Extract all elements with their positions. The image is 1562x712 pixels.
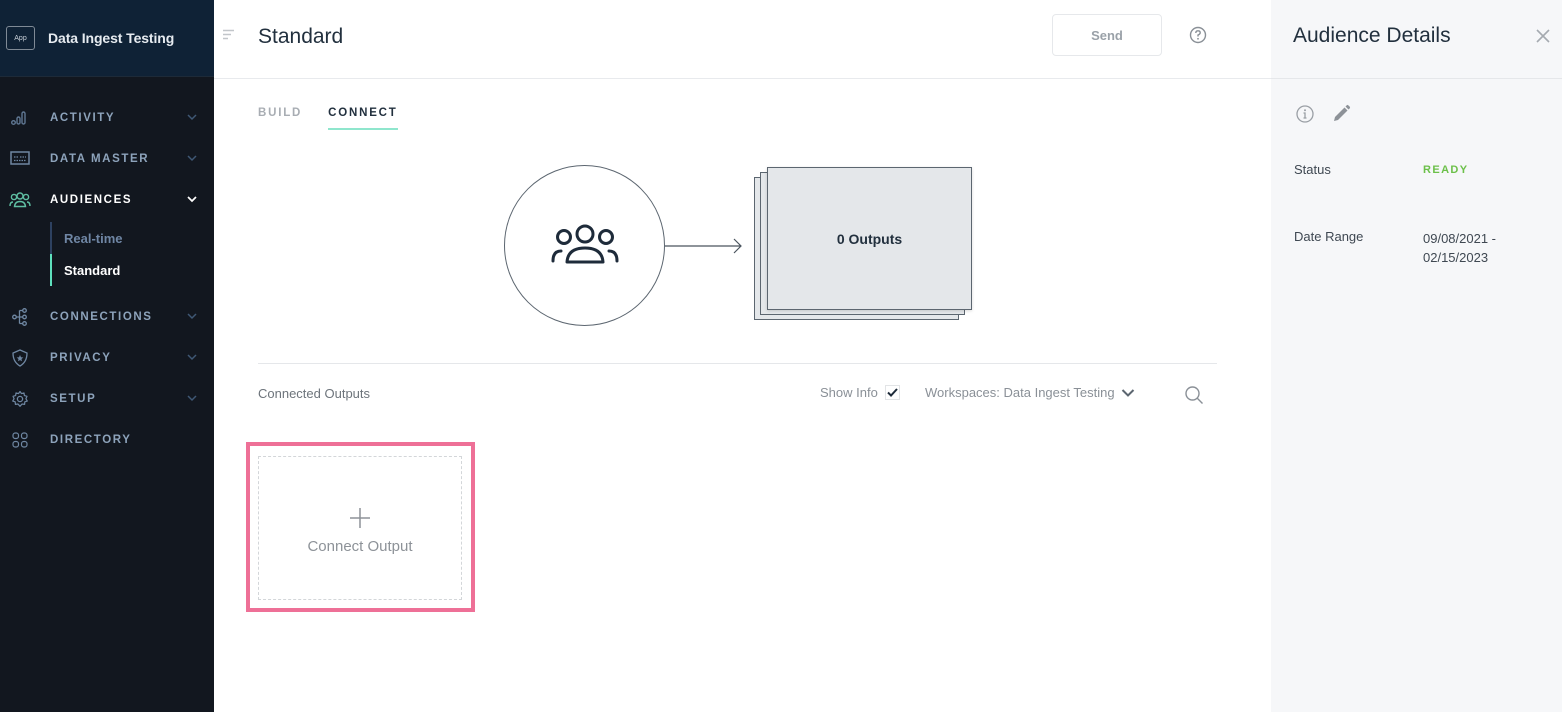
details-title: Audience Details bbox=[1293, 24, 1451, 47]
date-range-value: 09/08/2021 - 02/15/2023 bbox=[1423, 229, 1496, 267]
chevron-down-icon bbox=[187, 114, 197, 121]
main-content: Standard Send BUILD CONNECT 0 Outputs Co… bbox=[214, 0, 1271, 712]
status-badge: READY bbox=[1423, 164, 1469, 176]
chevron-down-icon bbox=[187, 196, 197, 203]
sidebar: App Data Ingest Testing ACTIVITY DATA MA… bbox=[0, 0, 214, 712]
gear-icon bbox=[9, 390, 31, 408]
sidebar-subitem-standard[interactable]: Standard bbox=[50, 254, 214, 286]
section-divider bbox=[258, 363, 1217, 364]
workspace-filter-label: Workspaces: Data Ingest Testing bbox=[925, 385, 1115, 400]
sidebar-item-activity[interactable]: ACTIVITY bbox=[0, 97, 214, 138]
tab-build[interactable]: BUILD bbox=[258, 107, 302, 130]
send-button[interactable]: Send bbox=[1052, 14, 1162, 56]
sidebar-item-label: ACTIVITY bbox=[50, 111, 116, 124]
sidebar-item-label: DATA MASTER bbox=[50, 152, 150, 165]
sidebar-item-label: CONNECTIONS bbox=[50, 310, 153, 323]
sidebar-item-setup[interactable]: SETUP bbox=[0, 378, 214, 419]
sidebar-item-data-master[interactable]: DATA MASTER bbox=[0, 138, 214, 179]
chevron-down-icon bbox=[187, 354, 197, 361]
page-header: Standard Send bbox=[214, 0, 1271, 79]
tab-connect[interactable]: CONNECT bbox=[328, 107, 398, 130]
users-icon bbox=[9, 191, 31, 209]
pencil-icon[interactable] bbox=[1331, 104, 1351, 124]
sidebar-item-label: DIRECTORY bbox=[50, 433, 132, 446]
sidebar-item-audiences[interactable]: AUDIENCES bbox=[0, 179, 214, 220]
status-label: Status bbox=[1294, 162, 1331, 177]
audience-node bbox=[504, 165, 665, 326]
sidebar-subitem-real-time[interactable]: Real-time bbox=[50, 222, 214, 254]
sidebar-item-label: AUDIENCES bbox=[50, 193, 133, 206]
tab-bar: BUILD CONNECT bbox=[258, 107, 398, 130]
app-badge: App bbox=[6, 26, 35, 50]
status-row: Status READY bbox=[1294, 162, 1469, 177]
question-circle-icon[interactable] bbox=[1189, 26, 1207, 44]
show-info-label: Show Info bbox=[820, 385, 878, 400]
plus-icon bbox=[350, 507, 370, 528]
date-range-start: 09/08/2021 - bbox=[1423, 231, 1497, 246]
chevron-down-icon bbox=[187, 155, 197, 162]
workspace-name: Data Ingest Testing bbox=[48, 30, 175, 46]
outputs-count: 0 Outputs bbox=[836, 230, 903, 247]
sidebar-item-directory[interactable]: DIRECTORY bbox=[0, 419, 214, 460]
sidebar-item-connections[interactable]: CONNECTIONS bbox=[0, 296, 214, 337]
workspace-switcher[interactable]: App Data Ingest Testing bbox=[0, 0, 214, 77]
audience-details-panel: Audience Details Status READY Date Range… bbox=[1271, 0, 1562, 712]
arrow-right-icon bbox=[665, 238, 742, 254]
details-actions bbox=[1295, 104, 1351, 124]
connected-outputs-heading: Connected Outputs bbox=[258, 386, 371, 401]
menu-toggle-icon[interactable] bbox=[223, 29, 235, 41]
grid-icon bbox=[9, 431, 31, 449]
connect-output-label: Connect Output bbox=[307, 537, 413, 555]
outputs-card-front: 0 Outputs bbox=[767, 167, 972, 310]
checkmark-icon bbox=[887, 388, 898, 397]
audiences-subnav: Real-time Standard bbox=[50, 220, 214, 288]
date-range-row: Date Range 09/08/2021 - 02/15/2023 bbox=[1294, 229, 1496, 267]
info-icon[interactable] bbox=[1295, 104, 1315, 124]
date-range-end: 02/15/2023 bbox=[1423, 250, 1489, 265]
connect-output-button[interactable]: Connect Output bbox=[258, 456, 462, 600]
search-icon[interactable] bbox=[1184, 385, 1204, 405]
date-range-label: Date Range bbox=[1294, 229, 1364, 244]
sidebar-nav: ACTIVITY DATA MASTER AUDIENCES Real-time bbox=[0, 77, 214, 460]
chevron-down-icon bbox=[187, 395, 197, 402]
sidebar-item-privacy[interactable]: PRIVACY bbox=[0, 337, 214, 378]
workspace-filter-dropdown[interactable]: Workspaces: Data Ingest Testing bbox=[925, 385, 1135, 400]
bar-chart-icon bbox=[9, 109, 31, 127]
sidebar-item-label: PRIVACY bbox=[50, 351, 112, 364]
app-root: App Data Ingest Testing ACTIVITY DATA MA… bbox=[0, 0, 1562, 712]
chevron-down-icon bbox=[187, 313, 197, 320]
connections-tree-icon bbox=[9, 307, 31, 326]
close-icon[interactable] bbox=[1536, 29, 1550, 43]
chevron-down-icon bbox=[1121, 388, 1134, 397]
users-icon bbox=[551, 224, 618, 263]
sidebar-item-label: SETUP bbox=[50, 392, 97, 405]
show-info-checkbox[interactable] bbox=[884, 385, 900, 400]
details-header: Audience Details bbox=[1271, 0, 1562, 79]
shield-star-icon bbox=[9, 348, 31, 367]
page-title: Standard bbox=[258, 25, 344, 48]
outputs-stack: 0 Outputs bbox=[754, 167, 972, 325]
show-info-toggle: Show Info bbox=[820, 385, 900, 400]
data-table-icon bbox=[9, 150, 31, 168]
